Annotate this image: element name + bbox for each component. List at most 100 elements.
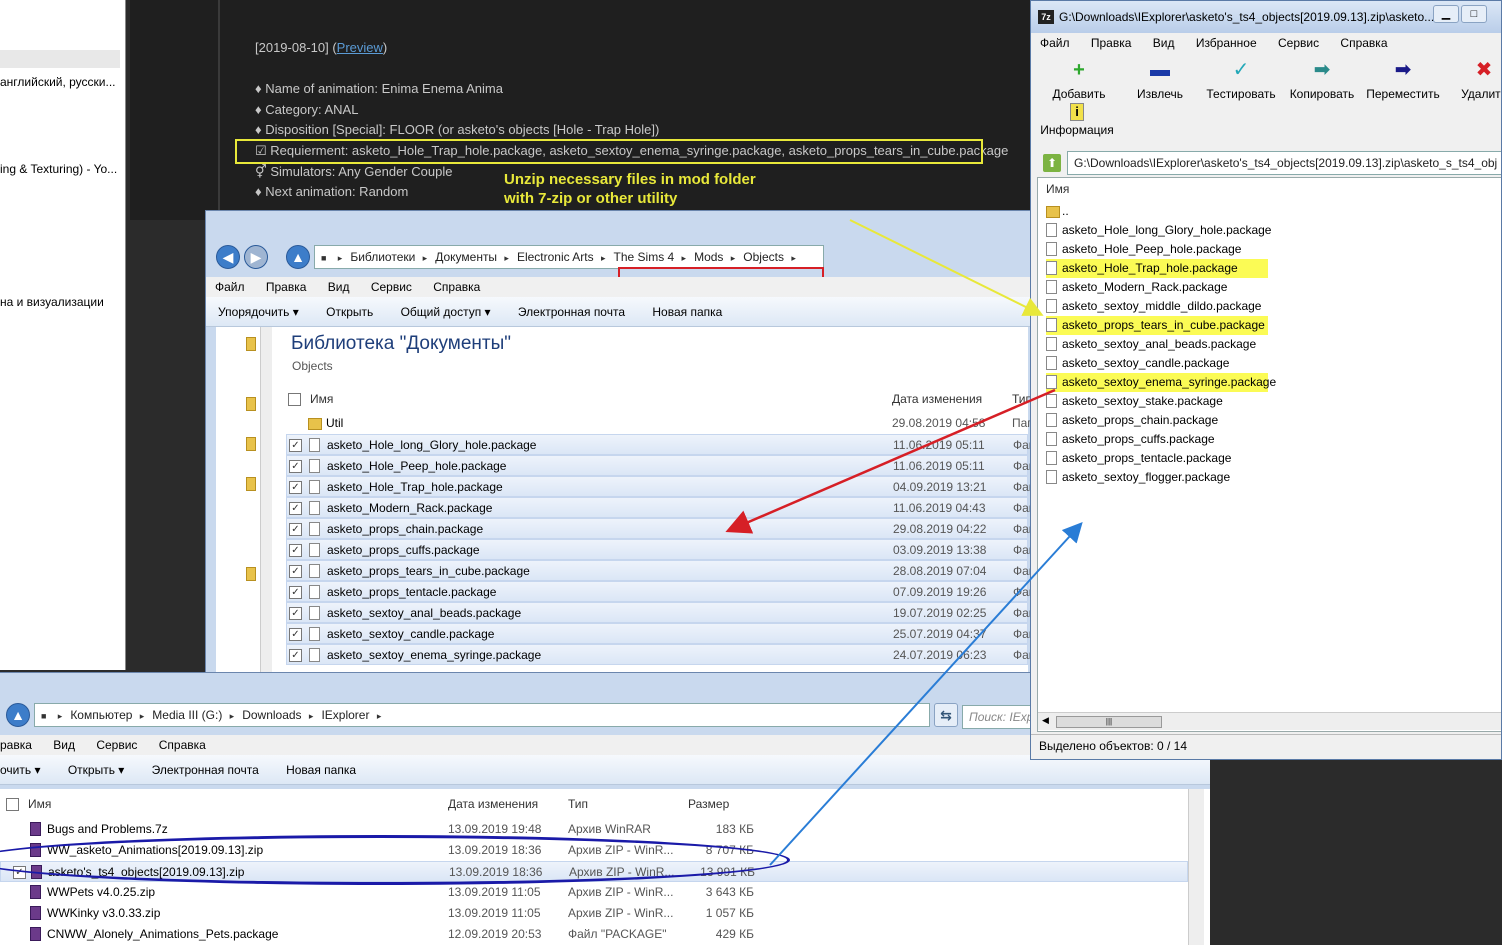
nav-scrollbar[interactable] (260, 327, 272, 679)
breadcrumb[interactable]: IExplorer (321, 708, 369, 722)
row-checkbox[interactable]: ✓ (289, 628, 302, 641)
row-checkbox[interactable]: ✓ (289, 565, 302, 578)
table-row[interactable]: ✓ asketo_sextoy_candle.package 25.07.2019 … (286, 623, 1034, 644)
list-item[interactable]: asketo_sextoy_middle_dildo.package (1046, 297, 1346, 316)
table-row[interactable]: WWPets v4.0.25.zip 13.09.2019 11:05 Архив … (0, 882, 1188, 903)
list-item[interactable]: asketo_sextoy_enema_syringe.package (1046, 373, 1276, 392)
table-row[interactable]: ✓ asketo_props_tentacle.package 07.09.2019… (286, 581, 1034, 602)
folder-icon[interactable] (246, 397, 256, 411)
plus-button[interactable]: + Добавить (1037, 55, 1121, 101)
menu-file[interactable]: Файл (215, 280, 245, 294)
list-item[interactable]: asketo_props_tentacle.package (1046, 449, 1346, 468)
menu-view[interactable]: Вид (53, 738, 75, 752)
row-checkbox[interactable]: ✓ (289, 460, 302, 473)
breadcrumb[interactable]: Документы (435, 250, 497, 264)
back-arrow-icon[interactable]: ◀ (216, 245, 240, 269)
row-checkbox[interactable]: ✓ (289, 586, 302, 599)
list-item[interactable]: asketo_Hole_long_Glory_hole.package (1046, 221, 1346, 240)
open-button[interactable]: Открыть ▾ (68, 763, 124, 777)
breadcrumb[interactable]: The Sims 4 (614, 250, 675, 264)
table-row[interactable]: WWKinky v3.0.33.zip 13.09.2019 11:05 Архив… (0, 903, 1188, 924)
breadcrumb[interactable]: Electronic Arts (517, 250, 594, 264)
list-item[interactable]: на и визуализации (0, 295, 122, 309)
table-row[interactable]: ✓ asketo_Modern_Rack.package 11.06.2019 04… (286, 497, 1034, 518)
email-button[interactable]: Электронная почта (152, 763, 259, 777)
move-arrow-button[interactable]: ➡ Переместить (1361, 55, 1445, 101)
table-row[interactable]: ✓ asketo_props_cuffs.package 03.09.2019 13… (286, 539, 1034, 560)
menu-help[interactable]: Справка (433, 280, 480, 294)
list-item[interactable]: английский, русски... (0, 75, 122, 89)
organize-button[interactable]: очить ▾ (0, 763, 40, 777)
refresh-icon[interactable]: ⇆ (934, 703, 958, 727)
list-item[interactable]: asketo_Hole_Trap_hole.package (1046, 259, 1268, 278)
forward-arrow-icon[interactable]: ▶ (244, 245, 268, 269)
table-row[interactable]: ✓ asketo_Hole_Peep_hole.package 11.06.2019… (286, 455, 1034, 476)
list-item[interactable]: asketo_Modern_Rack.package (1046, 278, 1346, 297)
new-folder-button[interactable]: Новая папка (652, 305, 722, 319)
folder-icon[interactable] (246, 567, 256, 581)
up-arrow-icon[interactable]: ▲ (286, 245, 310, 269)
menu-tools[interactable]: Сервис (96, 738, 137, 752)
table-row[interactable]: ✓ asketo_props_chain.package 29.08.2019 04… (286, 518, 1034, 539)
table-row[interactable]: Bugs and Problems.7z 13.09.2019 19:48 Архи… (0, 819, 1188, 840)
breadcrumb[interactable]: Downloads (242, 708, 301, 722)
row-checkbox[interactable]: ✓ (289, 439, 302, 452)
list-item[interactable]: asketo_sextoy_stake.package (1046, 392, 1346, 411)
breadcrumb[interactable]: Media III (G:) (152, 708, 222, 722)
list-item[interactable]: asketo_props_cuffs.package (1046, 430, 1346, 449)
check-button[interactable]: ✓ Тестировать (1199, 55, 1283, 101)
column-type[interactable]: Тип (1012, 389, 1032, 410)
share-button[interactable]: Общий доступ ▾ (401, 305, 491, 319)
column-name[interactable]: Имя (28, 794, 51, 815)
folder-icon[interactable] (246, 337, 256, 351)
column-type[interactable]: Тип (568, 794, 588, 815)
menu-edit[interactable]: Правка (266, 280, 307, 294)
list-item[interactable]: ing & Texturing) - Yo... (0, 162, 122, 176)
email-button[interactable]: Электронная почта (518, 305, 625, 319)
menu-tools[interactable]: Сервис (371, 280, 412, 294)
organize-button[interactable]: Упорядочить ▾ (218, 305, 299, 319)
scroll-left-icon[interactable]: ◀ (1042, 715, 1049, 726)
breadcrumb[interactable]: Objects (743, 250, 784, 264)
menu-tools[interactable]: Сервис (1278, 36, 1319, 50)
select-all-checkbox[interactable] (6, 798, 19, 811)
row-checkbox[interactable]: ✓ (289, 544, 302, 557)
list-item[interactable]: asketo_props_tears_in_cube.package (1046, 316, 1268, 335)
address-bar[interactable]: ■ ▸ Библиотеки ▸ Документы ▸ Electronic Art… (314, 245, 824, 269)
minimize-icon[interactable]: ▁ (1433, 5, 1459, 23)
minus-button[interactable]: ▬ Извлечь (1118, 55, 1202, 101)
list-item[interactable]: .. (1046, 202, 1346, 221)
info-button[interactable]: i Информация (1037, 103, 1117, 137)
row-checkbox[interactable]: ✓ (289, 481, 302, 494)
list-item[interactable]: asketo_sextoy_flogger.package (1046, 468, 1346, 487)
menu-file[interactable]: Файл (1040, 36, 1070, 50)
menu-help[interactable]: Справка (159, 738, 206, 752)
menu-edit[interactable]: равка (0, 738, 32, 752)
open-button[interactable]: Открыть (326, 305, 373, 319)
list-item[interactable]: asketo_sextoy_anal_beads.package (1046, 335, 1346, 354)
table-row[interactable]: ✓ asketo_sextoy_enema_syringe.package 24.0… (286, 644, 1034, 665)
maximize-icon[interactable]: □ (1461, 5, 1487, 23)
table-row[interactable]: ✓ asketo_sextoy_anal_beads.package 19.07.2… (286, 602, 1034, 623)
row-checkbox[interactable]: ✓ (289, 523, 302, 536)
breadcrumb[interactable]: Компьютер (70, 708, 132, 722)
select-all-checkbox[interactable] (288, 393, 301, 406)
list-item[interactable]: asketo_Hole_Peep_hole.package (1046, 240, 1346, 259)
menu-view[interactable]: Вид (328, 280, 350, 294)
horizontal-scrollbar[interactable]: ◀ ||| (1038, 712, 1501, 730)
table-row[interactable]: ✓ asketo_Hole_Trap_hole.package 04.09.2019… (286, 476, 1034, 497)
new-folder-button[interactable]: Новая папка (286, 763, 356, 777)
up-arrow-icon[interactable]: ▲ (6, 703, 30, 727)
column-date[interactable]: Дата изменения (448, 794, 538, 815)
scroll-thumb[interactable]: ||| (1056, 716, 1162, 728)
list-item[interactable]: asketo_sextoy_candle.package (1046, 354, 1346, 373)
menu-favorites[interactable]: Избранное (1196, 36, 1257, 50)
preview-link[interactable]: Preview (337, 40, 383, 55)
delete-button[interactable]: ✖Удалить (1442, 55, 1501, 101)
column-name[interactable]: Имя (310, 389, 333, 410)
breadcrumb[interactable]: Библиотеки (350, 250, 415, 264)
vertical-scrollbar[interactable] (1188, 789, 1204, 945)
folder-icon[interactable] (246, 437, 256, 451)
table-row[interactable]: CNWW_Alonely_Animations_Pets.package 12.0… (0, 924, 1188, 945)
row-checkbox[interactable]: ✓ (289, 607, 302, 620)
